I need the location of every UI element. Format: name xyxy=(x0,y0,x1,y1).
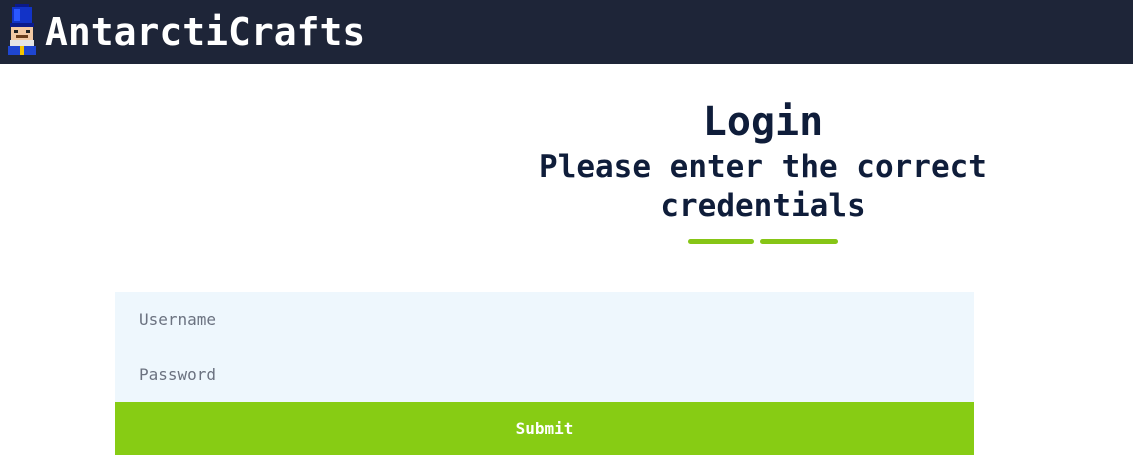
page-subtitle: Please enter the correct credentials xyxy=(539,149,987,224)
login-heading: Login Please enter the correct credentia… xyxy=(493,96,1033,226)
page-title: Login xyxy=(702,99,824,145)
accent-divider-left xyxy=(688,239,754,244)
brand-name[interactable]: AntarctiCrafts xyxy=(45,8,365,56)
password-input[interactable] xyxy=(115,347,974,402)
accent-divider-right xyxy=(760,239,838,244)
nutcracker-icon[interactable] xyxy=(2,4,42,56)
top-navbar: AntarctiCrafts xyxy=(0,0,1133,64)
submit-button[interactable]: Submit xyxy=(115,402,974,455)
username-input[interactable] xyxy=(115,292,974,347)
login-form: Submit xyxy=(115,292,974,455)
